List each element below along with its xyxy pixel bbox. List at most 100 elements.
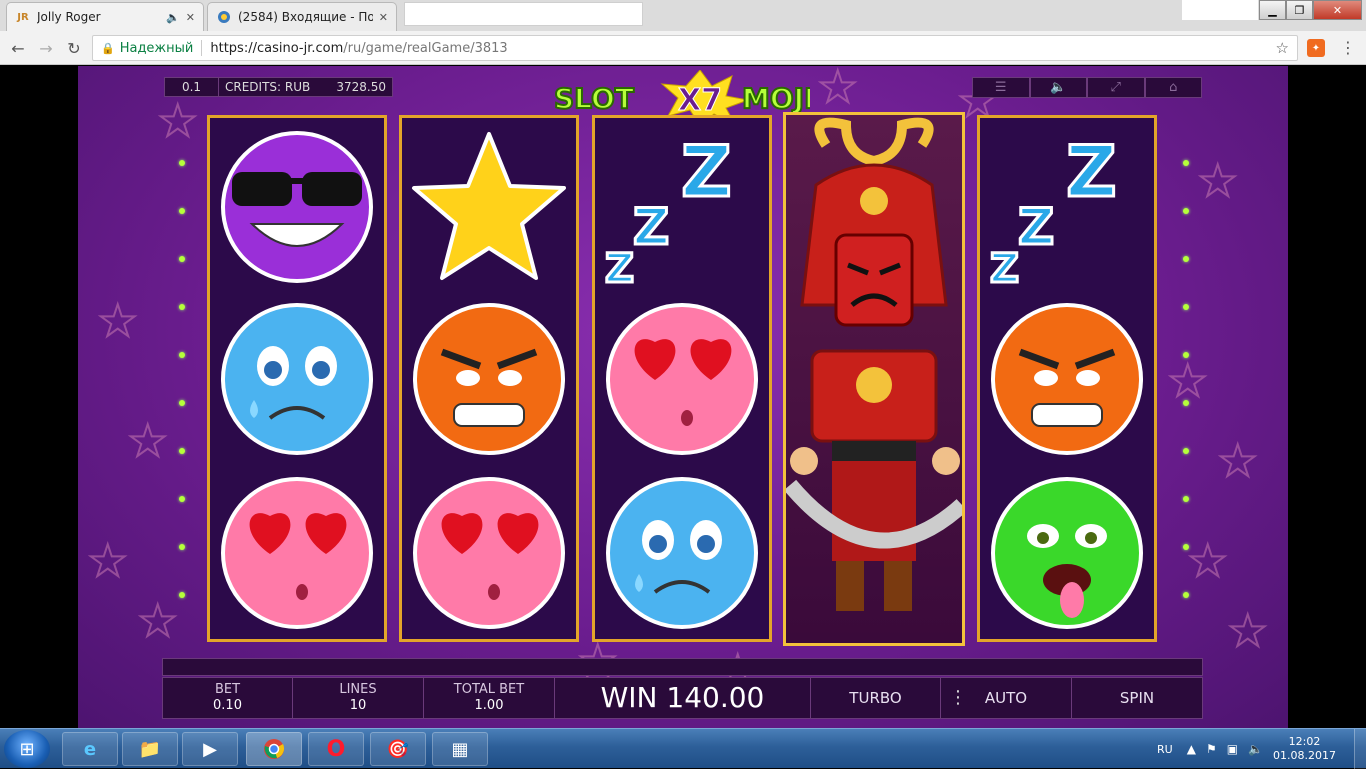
payline-dot [179, 208, 185, 214]
url-path: /ru/game/realGame/3813 [343, 40, 508, 56]
menu-icon[interactable]: ☰ [972, 77, 1030, 98]
reel-1 [207, 115, 387, 642]
bookmark-star-icon[interactable]: ☆ [1276, 39, 1289, 57]
ie-icon[interactable]: e [62, 732, 118, 766]
bg-star-icon: ★ [127, 415, 168, 468]
minimize-button[interactable]: ▁ [1259, 0, 1286, 20]
start-button[interactable]: ⊞ [4, 730, 50, 768]
svg-text:Z: Z [605, 246, 634, 286]
payline-dot [1183, 160, 1189, 166]
tab-jolly-roger[interactable]: JR Jolly Roger 🔈 ✕ [6, 2, 204, 31]
sad-blue-emoji-icon [221, 303, 373, 455]
sound-icon[interactable]: 🔈 [1029, 77, 1087, 98]
volume-icon[interactable]: 🔈 [1248, 742, 1263, 756]
clock-date: 01.08.2017 [1273, 749, 1336, 762]
svg-text:MOJI: MOJI [742, 82, 810, 115]
profile-area[interactable] [1182, 0, 1258, 20]
payline-dot [1183, 592, 1189, 598]
bg-star-icon: ★ [87, 535, 128, 588]
reload-icon[interactable]: ↻ [64, 38, 84, 58]
spin-label: SPIN [1119, 689, 1155, 707]
extension-icon[interactable]: ✦ [1307, 39, 1325, 57]
lines-control[interactable]: LINES 10 [293, 678, 424, 718]
bg-star-icon: ★ [1197, 155, 1238, 208]
svg-text:Z: Z [990, 246, 1019, 286]
credits-value: 3728.50 [336, 80, 386, 94]
bet-label: BET [214, 682, 241, 697]
payline-dot [1183, 304, 1189, 310]
love-pink-emoji-icon [606, 303, 758, 455]
lock-icon: 🔒 [101, 41, 115, 55]
payline-dot [179, 448, 185, 454]
home-icon[interactable]: ⌂ [1144, 77, 1202, 98]
lines-label: LINES [339, 682, 377, 697]
auto-label: AUTO [984, 689, 1028, 707]
payline-dot [179, 160, 185, 166]
payline-dot [1183, 256, 1189, 262]
payline-dot [1183, 400, 1189, 406]
tab-title: Jolly Roger [37, 10, 101, 24]
speaker-icon[interactable]: 🔈 [166, 11, 180, 24]
reel-4-samurai-wild [783, 112, 968, 646]
bet-indicator: 0.1 [165, 78, 219, 96]
page-viewport: ★ ★ ★ ★ ★ ★ ★ ★ ★ ★ ★ ★ ★ ★ 0.1 CREDITS:… [0, 66, 1366, 728]
payline-dot [179, 304, 185, 310]
chrome-icon[interactable] [246, 732, 302, 766]
url-host: https://casino-jr.com [210, 40, 344, 56]
bg-star-icon: ★ [1227, 605, 1268, 658]
close-window-button[interactable]: ✕ [1313, 0, 1362, 20]
tab-inbox[interactable]: (2584) Входящие - Почт ✕ [207, 2, 397, 31]
turbo-button[interactable]: TURBO [811, 678, 941, 718]
maximize-button[interactable]: ❐ [1286, 0, 1313, 20]
explorer-folder-icon[interactable]: 📁 [122, 732, 178, 766]
spin-button[interactable]: SPIN [1072, 678, 1202, 718]
sick-green-emoji-icon [991, 477, 1143, 629]
bet-value: 0.10 [213, 698, 242, 713]
tray-flag-icon[interactable]: ⚑ [1206, 742, 1217, 756]
payline-dot [179, 352, 185, 358]
network-icon[interactable]: ▣ [1227, 742, 1238, 756]
sleep-zzz-icon: Z Z Z [989, 130, 1119, 287]
bg-star-icon: ★ [817, 66, 858, 114]
bg-star-icon: ★ [97, 295, 138, 348]
auto-options-dots-icon[interactable]: ⋮ [949, 689, 967, 707]
show-desktop-button[interactable] [1354, 729, 1366, 769]
new-tab-area[interactable] [404, 2, 643, 26]
win-amount: WIN 140.00 [600, 681, 765, 714]
url-text: https://casino-jr.com/ru/game/realGame/3… [210, 41, 507, 56]
opera-icon[interactable]: O [308, 732, 364, 766]
clock[interactable]: 12:02 01.08.2017 [1273, 735, 1336, 763]
calculator-icon[interactable]: ▦ [432, 732, 488, 766]
credits-panel: 0.1 CREDITS: RUB 3728.50 [164, 77, 393, 97]
bg-star-icon: ★ [1167, 355, 1208, 408]
jolly-roger-favicon-icon: JR [17, 11, 29, 23]
bg-star-icon: ★ [1187, 535, 1228, 588]
counter-strike-icon[interactable]: 🎯 [370, 732, 426, 766]
payline-dot [179, 256, 185, 262]
samurai-icon [783, 117, 968, 611]
tab-close-icon[interactable]: ✕ [379, 11, 388, 24]
windows-taskbar: ⊞ e 📁 ▶ O 🎯 ▦ RU ▲ ⚑ ▣ 🔈 12:02 01.08.201… [0, 728, 1366, 769]
chrome-menu-icon[interactable]: ⋮ [1340, 38, 1356, 57]
svg-text:Z: Z [1066, 131, 1117, 213]
tab-close-icon[interactable]: ✕ [186, 11, 195, 24]
media-player-icon[interactable]: ▶ [182, 732, 238, 766]
back-arrow-icon[interactable]: ← [8, 38, 28, 58]
browser-titlebar: JR Jolly Roger 🔈 ✕ (2584) Входящие - Поч… [0, 0, 1366, 31]
payline-dot [179, 400, 185, 406]
bet-control[interactable]: BET 0.10 [163, 678, 293, 718]
payline-dot [179, 544, 185, 550]
turbo-label: TURBO [849, 689, 902, 707]
payline-dot [1183, 496, 1189, 502]
fullscreen-icon[interactable]: ⤢ [1087, 77, 1145, 98]
total-bet-label: TOTAL BET [453, 682, 525, 697]
star-symbol-icon [412, 132, 566, 280]
payline-dot [1183, 208, 1189, 214]
forward-arrow-icon[interactable]: → [36, 38, 56, 58]
tray-expand-icon[interactable]: ▲ [1187, 742, 1196, 756]
language-indicator[interactable]: RU [1157, 743, 1173, 756]
address-bar[interactable]: 🔒 Надежный https://casino-jr.com/ru/game… [92, 35, 1298, 61]
credits-label: CREDITS: RUB [225, 80, 311, 94]
auto-button[interactable]: ⋮ AUTO [941, 678, 1072, 718]
total-bet-display: TOTAL BET 1.00 [424, 678, 555, 718]
